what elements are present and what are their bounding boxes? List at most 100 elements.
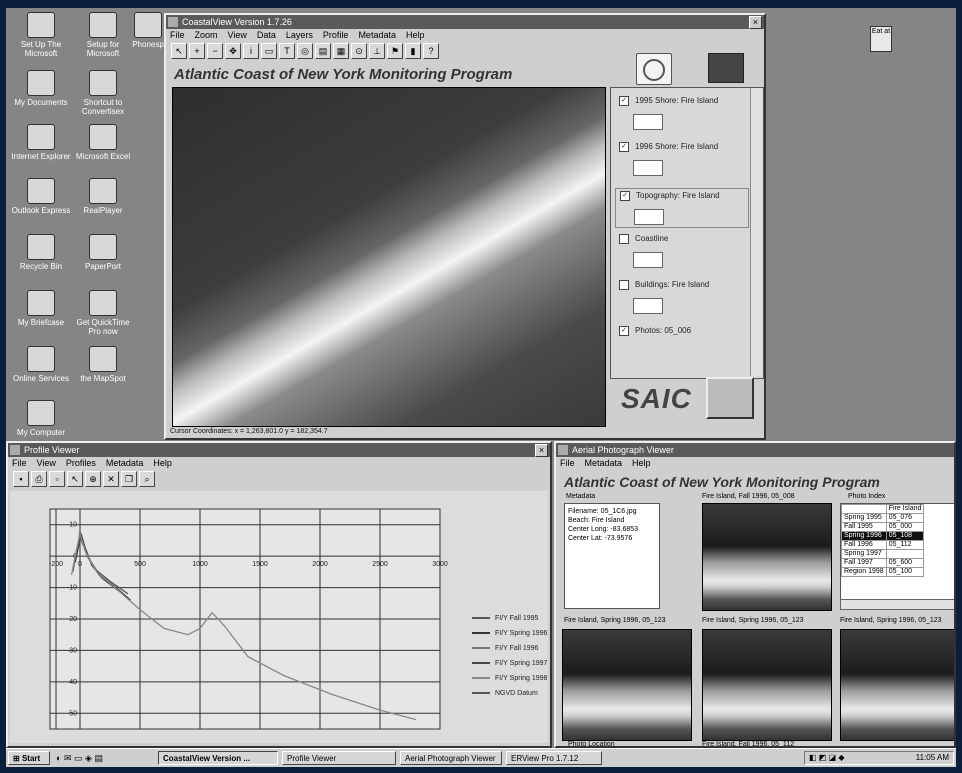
desktop-icon-2[interactable]: Phonesp	[128, 12, 168, 49]
layer-checkbox[interactable]: ✓	[619, 326, 629, 336]
desktop-icon-4[interactable]: Shortcut to Convertisex	[72, 70, 134, 116]
layer-item[interactable]: ✓ 1996 Shore: Fire Island	[619, 142, 718, 176]
zoom-in-icon[interactable]: +	[189, 43, 205, 59]
profile-menu-metadata[interactable]: Metadata	[106, 458, 144, 468]
start-button[interactable]: ⊞ Start	[8, 751, 50, 765]
desktop-icon-7[interactable]: Outlook Express	[10, 178, 72, 215]
desktop-icon-13[interactable]: Online Services	[10, 346, 72, 383]
aerial-map[interactable]	[172, 87, 606, 427]
metadata-box[interactable]: Filename: 05_1C6.jpg Beach: Fire Island Ce…	[564, 503, 660, 609]
desktop-icon-15[interactable]: My Computer	[10, 400, 72, 437]
desktop-icon-8[interactable]: RealPlayer	[72, 178, 134, 215]
aerial-titlebar[interactable]: Aerial Photograph Viewer	[556, 443, 954, 457]
channels-icon[interactable]: ◈	[85, 753, 92, 763]
layer-item[interactable]: ✓ Photos: 05_006	[619, 326, 691, 336]
profile-icon[interactable]: ⊥	[369, 43, 385, 59]
arrow-tool-icon[interactable]: ↖	[171, 43, 187, 59]
photo-index-row[interactable]: Spring 1995 05_076	[841, 513, 925, 523]
profile-titlebar[interactable]: Profile Viewer ×	[8, 443, 550, 457]
taskbar-button[interactable]: ERView Pro 1.7.12	[506, 751, 602, 765]
layer-swatch[interactable]	[633, 252, 663, 268]
target-icon[interactable]: ⊙	[351, 43, 367, 59]
layer-item[interactable]: Buildings: Fire Island	[619, 280, 709, 314]
coastal-menu-layers[interactable]: Layers	[286, 30, 313, 40]
aerial-menu-file[interactable]: File	[560, 458, 575, 468]
desktop-icon-9[interactable]: Recycle Bin	[10, 234, 72, 271]
coastal-menu-file[interactable]: File	[170, 30, 185, 40]
desktop-icon-14[interactable]: the MapSpot	[72, 346, 134, 383]
desktop-icon[interactable]: ▭	[74, 753, 83, 763]
map-thumbnail-button[interactable]	[706, 377, 754, 419]
photo-index-row[interactable]: Spring 1997	[841, 549, 925, 559]
chart-icon[interactable]: ▮	[405, 43, 421, 59]
desktop-icon-12[interactable]: Get QuickTime Pro now	[72, 290, 134, 336]
layer-checkbox[interactable]: ✓	[619, 96, 629, 106]
layer-swatch[interactable]	[633, 298, 663, 314]
identify-icon[interactable]: i	[243, 43, 259, 59]
coastal-menu-metadata[interactable]: Metadata	[358, 30, 396, 40]
select-icon[interactable]: ▭	[261, 43, 277, 59]
photo-index-row[interactable]: Fire Island	[841, 504, 925, 514]
outlook-icon[interactable]: ✉	[64, 753, 72, 763]
coastal-menu-help[interactable]: Help	[406, 30, 425, 40]
photo-index-row[interactable]: Fall 1996 05_112	[841, 540, 925, 550]
layer-item[interactable]: ✓ 1995 Shore: Fire Island	[619, 96, 718, 130]
close-icon[interactable]: ×	[535, 444, 548, 457]
zoom-out-icon[interactable]: −	[207, 43, 223, 59]
profile-menu-file[interactable]: File	[12, 458, 27, 468]
coastal-menu-zoom[interactable]: Zoom	[195, 30, 218, 40]
layer-checkbox[interactable]	[619, 234, 629, 244]
coastal-menu-view[interactable]: View	[228, 30, 247, 40]
coastalview-titlebar[interactable]: CoastalView Version 1.7.26 ×	[166, 15, 764, 29]
desktop-icon-5[interactable]: Internet Explorer	[10, 124, 72, 161]
pan-icon[interactable]: ✥	[225, 43, 241, 59]
taskbar-button[interactable]: Profile Viewer	[282, 751, 396, 765]
photo-index-row[interactable]: Fall 1995 05_000	[841, 522, 925, 532]
layer-checkbox[interactable]	[619, 280, 629, 290]
open-icon[interactable]: ▫	[49, 471, 65, 487]
desktop-icon-0[interactable]: Set Up The Microsoft	[10, 12, 72, 58]
photo-index-row[interactable]: Region 1998 05_100	[841, 567, 925, 577]
photo-row-2[interactable]	[702, 629, 832, 741]
globe-icon[interactable]: ◎	[297, 43, 313, 59]
layer-checkbox[interactable]: ✓	[620, 191, 630, 201]
flag-icon[interactable]: ⚑	[387, 43, 403, 59]
layer-swatch[interactable]	[634, 209, 664, 225]
pointer-icon[interactable]: ↖	[67, 471, 83, 487]
aerial-menu-help[interactable]: Help	[632, 458, 651, 468]
layer-swatch[interactable]	[633, 160, 663, 176]
layer-checkbox[interactable]: ✓	[619, 142, 629, 152]
layer-item[interactable]: ✓ Topography: Fire Island	[615, 188, 749, 228]
folder-icon[interactable]: ▤	[94, 753, 103, 763]
photo-main[interactable]	[702, 503, 832, 611]
photo-index-scrollbar[interactable]	[840, 599, 954, 610]
ie-icon[interactable]: ◐	[56, 753, 61, 763]
coastal-menu-profile[interactable]: Profile	[323, 30, 349, 40]
taskbar-button[interactable]: Aerial Photograph Viewer	[400, 751, 502, 765]
photo-index-row[interactable]: Spring 1996 05_108	[841, 531, 925, 541]
coastal-menu-data[interactable]: Data	[257, 30, 276, 40]
desktop-icon-6[interactable]: Microsoft Excel	[72, 124, 134, 161]
desktop-icon-11[interactable]: My Briefcase	[10, 290, 72, 327]
desktop-icon-1[interactable]: Setup for Microsoft	[72, 12, 134, 58]
help-icon[interactable]: ?	[423, 43, 439, 59]
photo-index-row[interactable]: Fall 1997 05_600	[841, 558, 925, 568]
grid-icon[interactable]: ▦	[333, 43, 349, 59]
desktop-icon-3[interactable]: My Documents	[10, 70, 72, 107]
profile-menu-profiles[interactable]: Profiles	[66, 458, 96, 468]
profile-menu-help[interactable]: Help	[153, 458, 172, 468]
layer-icon[interactable]: ▤	[315, 43, 331, 59]
layer-swatch[interactable]	[633, 114, 663, 130]
close-icon[interactable]: ×	[749, 16, 762, 29]
cross-icon[interactable]: ✕	[103, 471, 119, 487]
desktop-icon-10[interactable]: PaperPort	[72, 234, 134, 271]
copy-icon[interactable]: ❐	[121, 471, 137, 487]
zoom-icon[interactable]: ⊕	[85, 471, 101, 487]
photo-row-1[interactable]	[562, 629, 692, 741]
photo-row-3[interactable]	[840, 629, 954, 741]
layer-item[interactable]: Coastline	[619, 234, 668, 268]
find-icon[interactable]: ⌕	[139, 471, 155, 487]
save-icon[interactable]: ▪	[13, 471, 29, 487]
layer-scrollbar[interactable]	[750, 88, 762, 376]
taskbar-button[interactable]: CoastalView Version ...	[158, 751, 278, 765]
